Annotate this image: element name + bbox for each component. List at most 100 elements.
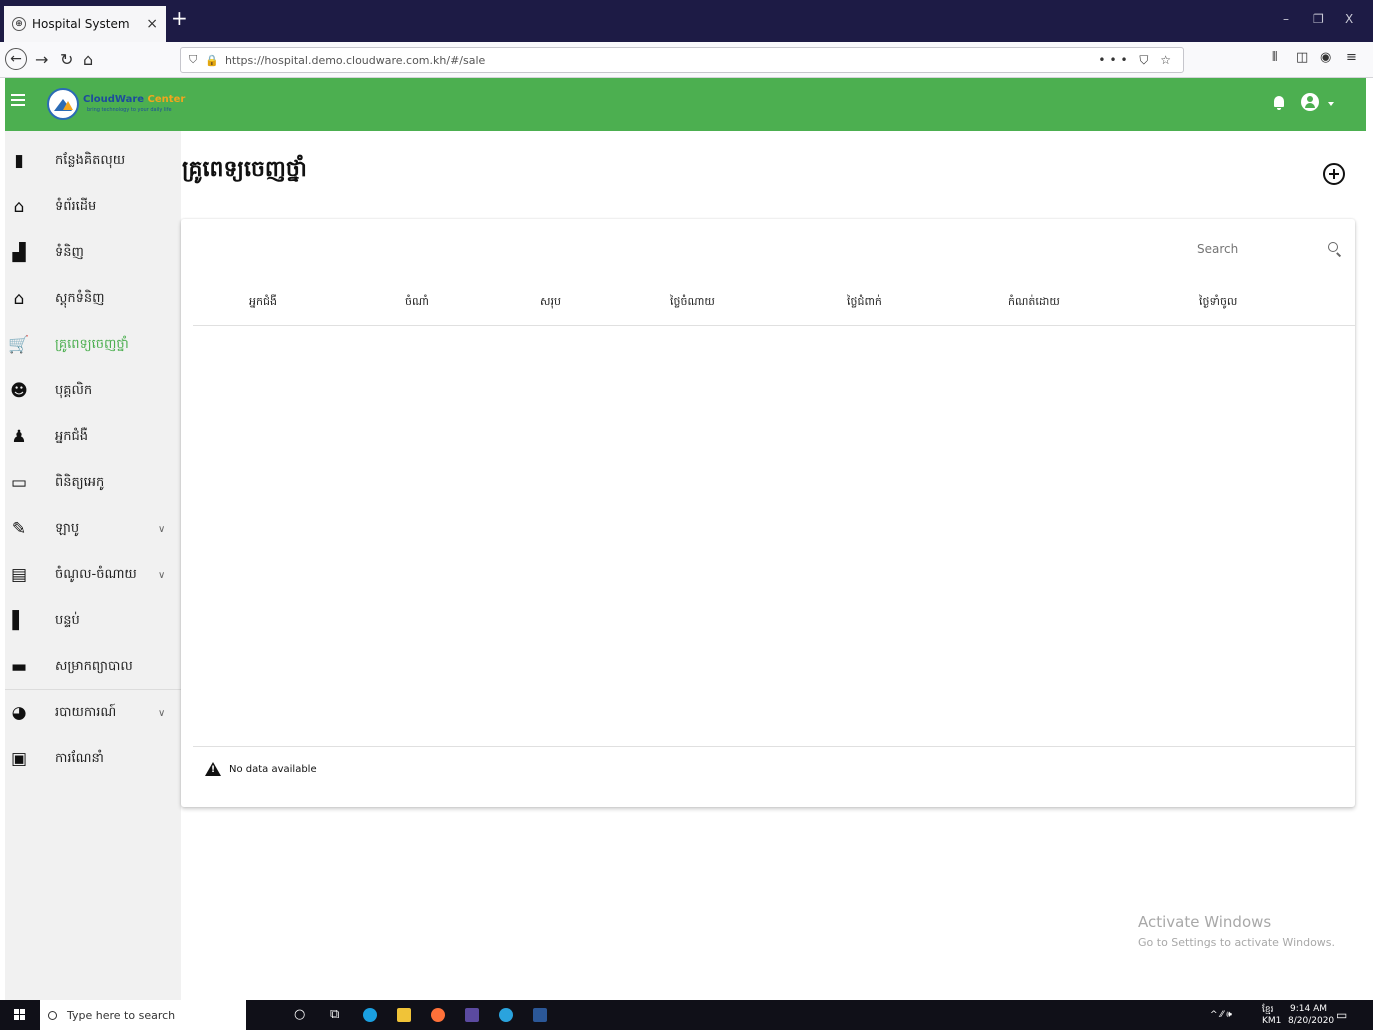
url-bar[interactable]: ⛉ 🔒 https://hospital.demo.cloudware.com.… — [180, 47, 1184, 73]
clock-date[interactable]: 8/20/2020 — [1288, 1016, 1334, 1026]
sidebar-toggle-icon[interactable]: ◫ — [1296, 50, 1308, 65]
sidebar-divider — [5, 689, 181, 690]
column-header-total[interactable]: សរុប — [540, 295, 561, 311]
search-icon[interactable] — [1328, 242, 1338, 252]
telegram-icon[interactable] — [499, 1008, 513, 1022]
favicon-icon: ⊕ — [12, 17, 26, 31]
library-icon[interactable]: ⫴ — [1272, 50, 1277, 65]
windows-start-icon[interactable] — [14, 1009, 26, 1021]
chevron-down-icon: ∨ — [158, 708, 166, 719]
url-actions[interactable]: ••• ⛉ ☆ — [1098, 53, 1175, 68]
column-header-created-by[interactable]: កំណត់ដោយ — [1008, 295, 1060, 311]
notification-icon[interactable]: ▭ — [1336, 1008, 1347, 1022]
bed-icon: ▬ — [10, 657, 28, 677]
tray-icons[interactable]: ^ ⁄⁄ 🕪 — [1210, 1010, 1232, 1020]
column-header-note[interactable]: ចំណាំ — [405, 295, 429, 311]
no-data-message: No data available — [205, 762, 317, 776]
sidebar-item-label: គ្រូពេទ្យចេញថ្នាំ — [55, 337, 129, 352]
no-data-text: No data available — [229, 763, 317, 775]
column-header-date[interactable]: ថ្ងៃទាំចូល — [1199, 295, 1237, 311]
sidebar-item-lab[interactable]: ✎ ឡាបូ ∨ — [5, 507, 181, 552]
activate-windows-title: Activate Windows — [1138, 913, 1272, 931]
sidebar-item-guide[interactable]: ▣ ការណែនាំ — [5, 737, 181, 782]
task-view-icon[interactable]: ⧉ — [330, 1007, 339, 1022]
file-explorer-icon[interactable] — [397, 1008, 411, 1022]
app-header: CloudWare Center bring technology to you… — [5, 78, 1366, 131]
home-browser-icon[interactable]: ⌂ — [83, 50, 93, 70]
sidebar-item-home[interactable]: ⌂ ទំព័រដើម — [5, 185, 181, 230]
window-close-icon[interactable]: X — [1345, 12, 1353, 26]
new-tab-button[interactable]: + — [171, 8, 188, 28]
brand-name: CloudWare Center — [83, 94, 185, 105]
sidebar-item-label: ទំនិញ — [55, 245, 84, 260]
chevron-down-icon: ∨ — [158, 524, 166, 535]
column-header-debt[interactable]: ថ្លៃជំពាក់ — [847, 295, 882, 311]
patient-icon: ♟ — [11, 427, 27, 447]
column-header-patient[interactable]: អ្នកជំងឺ — [249, 295, 277, 311]
account-icon[interactable]: ◉ — [1320, 50, 1331, 65]
language-sub: KM1 — [1262, 1016, 1282, 1026]
sidebar-item-room[interactable]: ▌ បន្ទប់ — [5, 599, 181, 644]
sidebar-item-echo[interactable]: ▭ ពិនិត្យអេកូ — [5, 461, 181, 506]
user-icon[interactable] — [1301, 93, 1319, 111]
word-icon[interactable] — [533, 1008, 547, 1022]
room-icon: ▌ — [12, 611, 26, 631]
taskbar: Type here to search ○ ⧉ ^ ⁄⁄ 🕪 ខ្មែរ KM1… — [0, 1000, 1373, 1030]
tab-close-icon[interactable]: × — [146, 16, 158, 32]
page-title: គ្រូពេទ្យចេញថ្នាំ — [182, 157, 307, 182]
sidebar-item-label: ស្តុកទំនិញ — [55, 291, 105, 306]
sidebar-item-report[interactable]: ◕ របាយការណ៍ ∨ — [5, 691, 181, 736]
menu-icon[interactable] — [11, 94, 25, 106]
search-icon — [48, 1010, 57, 1020]
cashier-icon: ▮ — [14, 151, 24, 171]
sidebar-item-patient[interactable]: ♟ អ្នកជំងឺ — [5, 415, 181, 460]
reload-icon[interactable]: ↻ — [60, 50, 73, 70]
browser-tabbar: ⊕ Hospital System × + – ❐ X — [0, 0, 1373, 42]
caret-down-icon[interactable] — [1328, 102, 1334, 106]
column-header-expense[interactable]: ថ្លៃចំណាយ — [670, 295, 715, 311]
guide-icon: ▣ — [10, 749, 28, 769]
search-input[interactable] — [1197, 237, 1339, 261]
sidebar-item-label: បុគ្គលិក — [55, 383, 93, 398]
edge-icon[interactable] — [363, 1008, 377, 1022]
logo-icon — [47, 88, 79, 120]
browser-menu-icon[interactable]: ≡ — [1346, 50, 1357, 65]
add-icon[interactable] — [1323, 163, 1345, 185]
sidebar-item-products[interactable]: ▟ ទំនិញ — [5, 231, 181, 276]
data-table-card: អ្នកជំងឺ ចំណាំ សរុប ថ្លៃចំណាយ ថ្លៃជំពាក់… — [181, 219, 1355, 807]
finance-icon: ▤ — [10, 565, 28, 585]
brand-tagline: bring technology to your daily life — [87, 107, 172, 113]
winrar-icon[interactable] — [465, 1008, 479, 1022]
sidebar-item-warehouse[interactable]: ⌂ ស្តុកទំនិញ — [5, 277, 181, 322]
browser-tab[interactable]: ⊕ Hospital System × — [4, 6, 166, 42]
monitor-icon: ▭ — [10, 473, 28, 493]
sidebar-item-finance[interactable]: ▤ ចំណូល-ចំណាយ ∨ — [5, 553, 181, 598]
clock-time[interactable]: 9:14 AM — [1290, 1004, 1327, 1014]
sidebar-item-prescription[interactable]: 🛒 គ្រូពេទ្យចេញថ្នាំ — [5, 323, 181, 368]
firefox-icon[interactable] — [431, 1008, 445, 1022]
back-icon[interactable]: ← — [5, 48, 27, 70]
sidebar-item-inpatient[interactable]: ▬ សម្រាកព្យាបាល — [5, 645, 181, 690]
sidebar-item-label: បន្ទប់ — [55, 613, 80, 628]
taskbar-search-placeholder: Type here to search — [67, 1008, 176, 1022]
products-icon: ▟ — [12, 243, 26, 263]
taskbar-search[interactable]: Type here to search — [40, 1000, 246, 1030]
forward-icon[interactable]: → — [35, 50, 48, 70]
brand-main: CloudWare — [83, 94, 145, 105]
sidebar-item-staff[interactable]: ☻ បុគ្គលិក — [5, 369, 181, 414]
cortana-icon[interactable]: ○ — [294, 1007, 305, 1022]
table-divider — [193, 746, 1355, 747]
maximize-icon[interactable]: ❐ — [1313, 12, 1324, 26]
bell-icon[interactable] — [1273, 96, 1285, 110]
sidebar-item-label: ពិនិត្យអេកូ — [55, 475, 105, 490]
sidebar-item-label: កន្លែងគិតលុយ — [55, 153, 126, 168]
lock-icon: 🔒 — [205, 53, 219, 67]
table-header: អ្នកជំងឺ ចំណាំ សរុប ថ្លៃចំណាយ ថ្លៃជំពាក់… — [193, 281, 1355, 326]
home-icon: ⌂ — [13, 197, 25, 217]
sidebar-item-cashier[interactable]: ▮ កន្លែងគិតលុយ — [5, 139, 181, 184]
minimize-icon[interactable]: – — [1283, 12, 1289, 26]
warning-icon — [205, 762, 221, 776]
activate-windows-subtitle: Go to Settings to activate Windows. — [1138, 936, 1336, 949]
sidebar-item-label: ចំណូល-ចំណាយ — [55, 567, 137, 582]
sidebar-item-label: របាយការណ៍ — [55, 705, 117, 720]
